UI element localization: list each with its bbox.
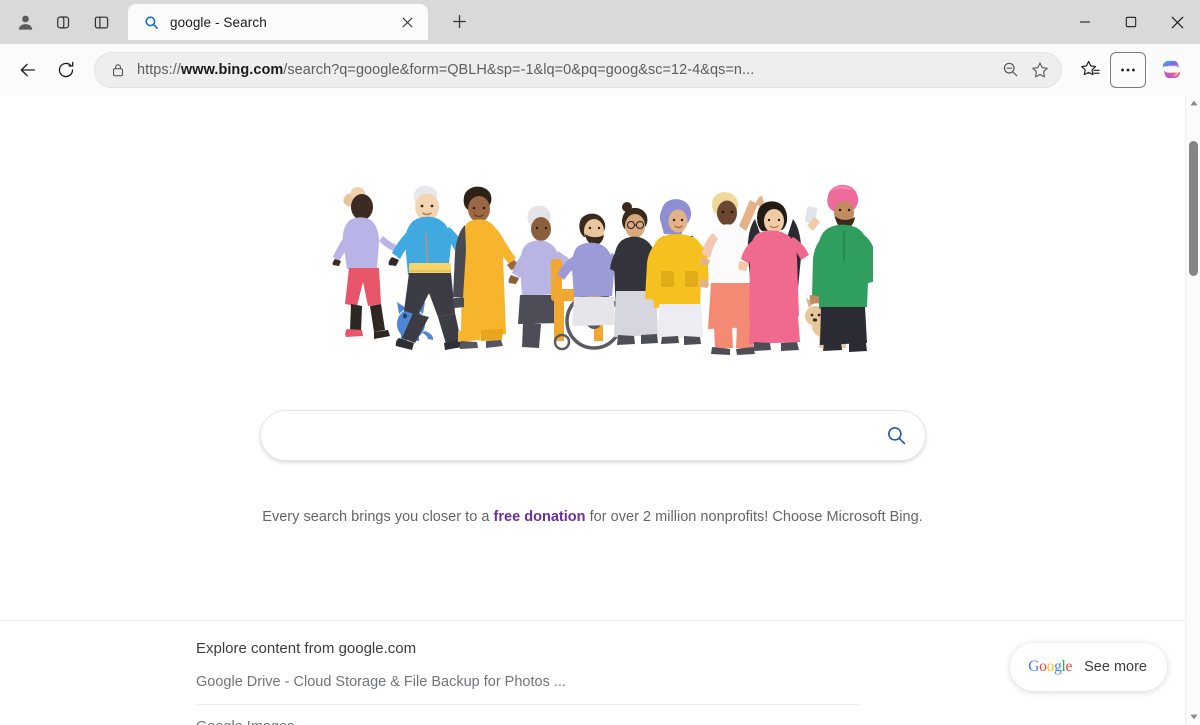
vertical-scrollbar[interactable] xyxy=(1185,95,1200,725)
explore-link[interactable]: Google Images xyxy=(196,719,896,725)
copilot-button[interactable] xyxy=(1152,51,1190,89)
tab-title: google - Search xyxy=(170,14,267,30)
maximize-button[interactable] xyxy=(1108,0,1154,44)
scroll-down-arrow-icon[interactable] xyxy=(1186,709,1200,725)
search-input[interactable] xyxy=(282,411,877,460)
scrollbar-thumb[interactable] xyxy=(1189,141,1198,276)
settings-and-more-button[interactable] xyxy=(1110,51,1146,88)
refresh-button[interactable] xyxy=(48,52,84,88)
lock-icon[interactable] xyxy=(109,61,127,79)
window-controls xyxy=(1062,0,1200,44)
search-submit-icon[interactable] xyxy=(877,416,917,456)
footer-divider xyxy=(0,620,1185,621)
new-tab-button[interactable] xyxy=(442,4,476,38)
favorites-button[interactable] xyxy=(1072,52,1108,88)
donation-tagline: Every search brings you closer to a free… xyxy=(0,509,1185,525)
hero-illustration-container xyxy=(0,95,1185,371)
search-box[interactable] xyxy=(259,410,926,461)
profile-icon[interactable] xyxy=(8,5,42,39)
see-more-label: See more xyxy=(1084,659,1147,675)
bing-homepage: Every search brings you closer to a free… xyxy=(0,95,1185,725)
explore-content-section: Explore content from google.com Google D… xyxy=(196,640,896,725)
explore-divider xyxy=(196,704,860,705)
tabstrip-left-controls: google - Search xyxy=(0,0,476,44)
browser-window: google - Search https://www.bing.com/sea… xyxy=(0,0,1200,725)
free-donation-link[interactable]: free donation xyxy=(493,509,585,525)
diversity-illustration xyxy=(332,184,873,355)
title-bar: google - Search xyxy=(0,0,1200,44)
google-logo: Google xyxy=(1028,658,1073,675)
explore-title: Explore content from google.com xyxy=(196,640,417,657)
bing-search-icon xyxy=(142,13,160,31)
close-window-button[interactable] xyxy=(1154,0,1200,44)
add-favorite-icon[interactable] xyxy=(1025,55,1055,85)
tagline-before: Every search brings you closer to a xyxy=(262,509,494,525)
back-button[interactable] xyxy=(10,52,46,88)
tagline-after: for over 2 million nonprofits! Choose Mi… xyxy=(585,509,923,525)
browser-tab[interactable]: google - Search xyxy=(128,4,428,40)
explore-link[interactable]: Google Drive - Cloud Storage & File Back… xyxy=(196,674,896,704)
navigation-toolbar: https://www.bing.com/search?q=google&for… xyxy=(0,44,1200,95)
see-more-button[interactable]: Google See more xyxy=(1010,643,1167,691)
workspaces-icon[interactable] xyxy=(46,5,80,39)
tab-actions-icon[interactable] xyxy=(84,5,118,39)
scroll-up-arrow-icon[interactable] xyxy=(1186,95,1200,111)
zoom-out-icon[interactable] xyxy=(995,55,1025,85)
search-box-container xyxy=(0,410,1185,461)
page-viewport: Every search brings you closer to a free… xyxy=(0,95,1200,725)
close-icon[interactable] xyxy=(394,9,420,35)
minimize-button[interactable] xyxy=(1062,0,1108,44)
url-text: https://www.bing.com/search?q=google&for… xyxy=(137,61,755,78)
address-bar[interactable]: https://www.bing.com/search?q=google&for… xyxy=(94,51,1062,88)
